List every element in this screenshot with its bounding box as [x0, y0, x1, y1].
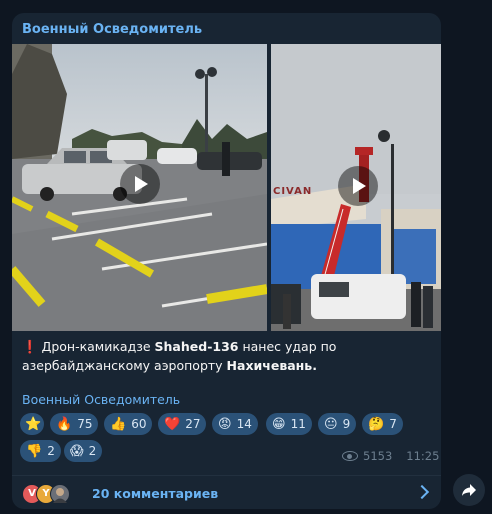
video-thumbnail-2[interactable]: CIVAN	[271, 44, 441, 331]
top-strip	[0, 0, 492, 8]
share-button[interactable]	[453, 474, 485, 506]
post-time: 11:25	[406, 449, 440, 463]
thumbs-up-icon: 👍	[110, 416, 127, 432]
heart-icon: ❤️	[164, 416, 181, 432]
share-icon	[462, 484, 476, 496]
reaction-angry[interactable]: 😡 14	[212, 413, 258, 435]
play-icon[interactable]	[120, 164, 160, 204]
post-text-bold-1: Shahed-136	[154, 339, 239, 354]
reaction-count: 2	[88, 444, 97, 458]
exclamation-icon: ❗️	[22, 339, 38, 354]
fire-icon: 🔥	[56, 416, 73, 432]
thinking-face-icon: 🤔	[368, 416, 385, 432]
reaction-count: 75	[77, 417, 93, 431]
avatar	[50, 484, 70, 504]
video-thumbnail-1[interactable]	[12, 44, 267, 331]
thumbs-down-icon: 👎	[26, 443, 43, 459]
message-bubble: Военный Осведомитель CIVAN ❗️ Дрон-камик…	[12, 13, 441, 509]
grin-face-icon: 😁	[272, 416, 286, 432]
avatar-photo	[53, 488, 67, 503]
reaction-thumbs-down[interactable]: 👎 2	[20, 440, 61, 462]
view-count: 5153	[363, 449, 393, 463]
star-icon: ⭐	[25, 416, 42, 432]
post-text-bold-2: Нахичевань.	[226, 358, 317, 373]
scream-face-icon: 😱	[70, 443, 84, 459]
reaction-grin[interactable]: 😁 11	[266, 413, 312, 435]
reaction-count: 7	[389, 417, 397, 431]
eye-icon	[342, 451, 358, 461]
post-signature[interactable]: Военный Осведомитель	[22, 392, 180, 407]
chevron-right-icon	[414, 484, 430, 500]
reaction-star[interactable]: ⭐	[20, 413, 44, 435]
reaction-count: 9	[342, 417, 351, 431]
reaction-neutral[interactable]: 😐 9	[318, 413, 357, 435]
reaction-count: 14	[236, 417, 252, 431]
channel-name[interactable]: Военный Осведомитель	[22, 22, 202, 37]
reaction-thumbs-up[interactable]: 👍 60	[104, 413, 153, 435]
reaction-count: 2	[47, 444, 55, 458]
reaction-scream[interactable]: 😱 2	[64, 440, 103, 462]
comments-label: 20 комментариев	[92, 486, 219, 501]
post-text-part-1: Дрон-камикадзе	[41, 339, 155, 354]
post-meta: 5153 11:25	[342, 449, 439, 463]
reaction-fire[interactable]: 🔥 75	[50, 413, 99, 435]
reaction-thinking[interactable]: 🤔 7	[362, 413, 403, 435]
reaction-count: 11	[290, 417, 306, 431]
comments-button[interactable]: V Y 20 комментариев	[12, 476, 441, 509]
building-sign: CIVAN	[273, 186, 313, 197]
neutral-face-icon: 😐	[324, 416, 338, 432]
reaction-heart[interactable]: ❤️ 27	[158, 413, 207, 435]
post-text: ❗️ Дрон-камикадзе Shahed-136 нанес удар …	[22, 337, 432, 375]
play-icon[interactable]	[338, 166, 378, 206]
reaction-count: 27	[185, 417, 201, 431]
reaction-count: 60	[131, 417, 147, 431]
angry-face-icon: 😡	[218, 416, 232, 432]
